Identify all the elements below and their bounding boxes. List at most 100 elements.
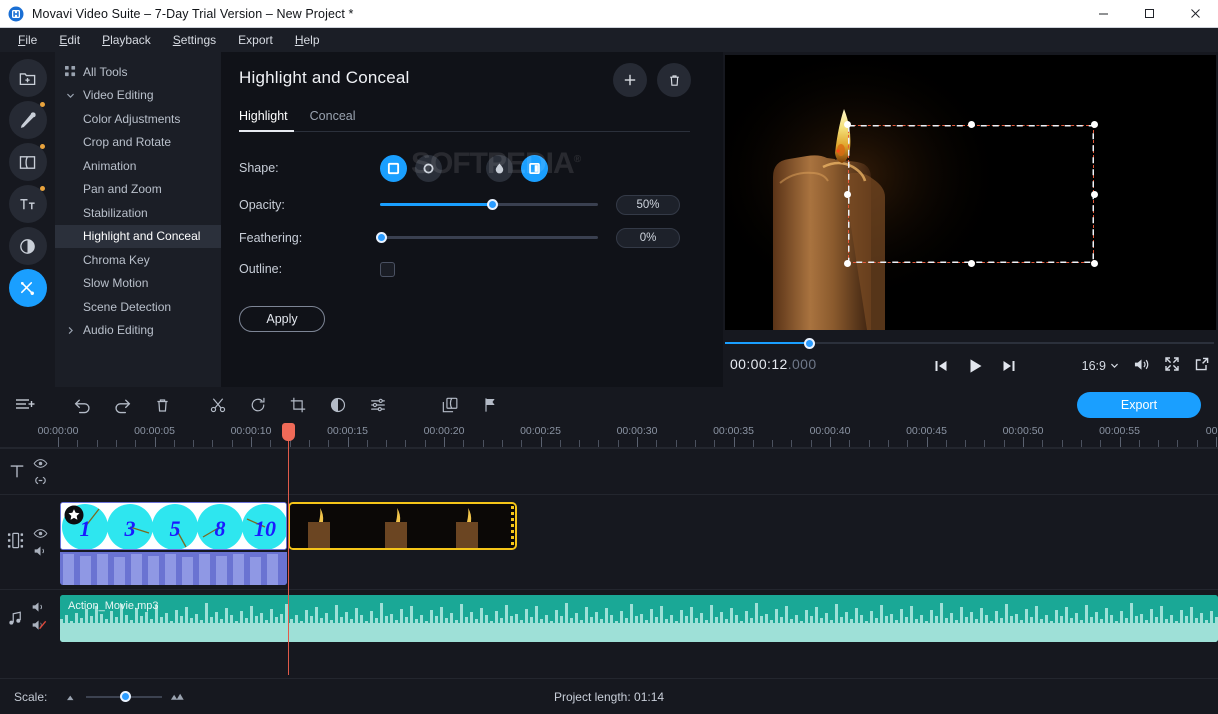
tool-item-slow-motion[interactable]: Slow Motion xyxy=(55,272,221,296)
list-item[interactable] xyxy=(288,502,517,550)
outline-checkbox[interactable] xyxy=(380,261,395,277)
tool-item-color-adjustments[interactable]: Color Adjustments xyxy=(55,107,221,131)
menu-file[interactable]: File xyxy=(8,30,47,50)
rotate-button[interactable] xyxy=(238,387,278,423)
playhead-line xyxy=(288,423,289,675)
movavi-logo-icon xyxy=(8,6,24,21)
menu-bar: File Edit Playback Settings Export Help xyxy=(0,28,1218,52)
opacity-slider[interactable] xyxy=(380,198,598,212)
tool-item-highlight-and-conceal[interactable]: Highlight and Conceal xyxy=(55,224,221,248)
opacity-value[interactable]: 50% xyxy=(616,194,680,215)
outline-label: Outline: xyxy=(239,262,283,276)
list-item[interactable] xyxy=(60,552,287,585)
tool-item-chroma-key[interactable]: Chroma Key xyxy=(55,248,221,272)
crop-button[interactable] xyxy=(278,387,318,423)
zoom-out-icon[interactable] xyxy=(65,690,78,704)
menu-help[interactable]: Help xyxy=(285,30,330,50)
tool-item-stabilization[interactable]: Stabilization xyxy=(55,201,221,225)
close-button[interactable] xyxy=(1172,0,1218,27)
ruler-tick xyxy=(212,440,214,447)
tab-conceal[interactable]: Conceal xyxy=(310,109,356,132)
minimize-button[interactable] xyxy=(1080,0,1126,27)
menu-export[interactable]: Export xyxy=(228,30,283,50)
delete-effect-button[interactable] xyxy=(657,63,691,97)
marker-flag-button[interactable] xyxy=(470,387,510,423)
tool-group-video-editing[interactable]: Video Editing xyxy=(55,84,221,108)
highlight-selection-box[interactable] xyxy=(844,121,1098,267)
rail-titles-button[interactable] xyxy=(8,185,47,223)
tool-item-label: Animation xyxy=(83,158,137,173)
audio-volume-toggle[interactable] xyxy=(31,600,46,617)
maximize-button[interactable] xyxy=(1126,0,1172,27)
timeline-ruler[interactable]: 00:00:00 00:00:05 00:00:10 00:00:15 00:00:20… xyxy=(0,423,1218,448)
rail-tools-button[interactable] xyxy=(8,269,47,307)
list-item[interactable]: 1 3 5 8 10 xyxy=(60,502,287,550)
export-button[interactable]: Export xyxy=(1077,392,1201,418)
add-effect-button[interactable] xyxy=(613,63,647,97)
previous-frame-button[interactable] xyxy=(933,358,949,377)
slider-knob[interactable] xyxy=(487,199,499,210)
apply-button[interactable]: Apply xyxy=(239,306,325,332)
ruler-tick xyxy=(115,440,117,447)
scale-slider[interactable] xyxy=(86,691,163,703)
shape-square-button[interactable] xyxy=(380,154,407,182)
tool-group-audio-editing[interactable]: Audio Editing xyxy=(55,319,221,343)
rail-transitions-button[interactable] xyxy=(8,143,47,181)
undo-button[interactable] xyxy=(62,387,102,423)
feathering-slider[interactable] xyxy=(376,231,598,245)
playhead-handle[interactable] xyxy=(282,423,295,441)
add-track-button[interactable] xyxy=(14,395,36,418)
menu-playback[interactable]: Playback xyxy=(92,30,161,50)
clip-trim-handle[interactable] xyxy=(511,506,514,546)
split-cut-button[interactable] xyxy=(198,387,238,423)
properties-button[interactable] xyxy=(358,387,398,423)
handle-top-center[interactable] xyxy=(968,121,975,128)
titles-link-toggle[interactable] xyxy=(33,474,48,490)
blur-droplet-button[interactable] xyxy=(486,154,513,182)
shape-circle-button[interactable] xyxy=(415,154,442,182)
tab-highlight[interactable]: Highlight xyxy=(239,109,288,132)
handle-middle-right[interactable] xyxy=(1091,191,1098,198)
delete-clip-button[interactable] xyxy=(142,387,182,423)
video-mute-toggle[interactable] xyxy=(33,544,48,561)
handle-bottom-center[interactable] xyxy=(968,260,975,267)
aspect-ratio-selector[interactable]: 16:9 xyxy=(1082,359,1119,373)
tool-item-pan-and-zoom[interactable]: Pan and Zoom xyxy=(55,178,221,202)
slider-knob[interactable] xyxy=(120,691,132,702)
transition-button[interactable] xyxy=(430,387,470,423)
rail-import-files-button[interactable] xyxy=(8,59,47,97)
handle-top-left[interactable] xyxy=(844,121,851,128)
titles-visibility-toggle[interactable] xyxy=(33,456,48,474)
preview-video-canvas[interactable] xyxy=(725,55,1216,330)
menu-settings[interactable]: Settings xyxy=(163,30,226,50)
split-shape-button[interactable] xyxy=(521,154,548,182)
play-button[interactable] xyxy=(965,356,985,379)
handle-middle-left[interactable] xyxy=(844,191,851,198)
tool-item-animation[interactable]: Animation xyxy=(55,154,221,178)
handle-top-right[interactable] xyxy=(1091,121,1098,128)
color-adjust-button[interactable] xyxy=(318,387,358,423)
feathering-value[interactable]: 0% xyxy=(616,227,680,248)
slider-knob[interactable] xyxy=(376,232,387,243)
next-frame-button[interactable] xyxy=(1001,358,1017,377)
zoom-in-icon[interactable] xyxy=(170,690,185,704)
list-item[interactable]: Action_Movie.mp3 xyxy=(60,595,1218,642)
tool-item-scene-detection[interactable]: Scene Detection xyxy=(55,295,221,319)
seek-knob[interactable] xyxy=(804,338,815,349)
ruler-tick xyxy=(1042,440,1044,447)
redo-button[interactable] xyxy=(102,387,142,423)
rail-magic-wand-button[interactable] xyxy=(8,101,47,139)
volume-button[interactable] xyxy=(1133,357,1150,375)
fullscreen-button[interactable] xyxy=(1164,356,1180,375)
handle-bottom-left[interactable] xyxy=(844,260,851,267)
rail-filters-button[interactable] xyxy=(8,227,47,265)
detach-window-button[interactable] xyxy=(1194,356,1210,375)
tool-item-all-tools[interactable]: All Tools xyxy=(55,60,221,84)
video-visibility-toggle[interactable] xyxy=(33,526,48,544)
tool-item-crop-and-rotate[interactable]: Crop and Rotate xyxy=(55,131,221,155)
menu-edit[interactable]: Edit xyxy=(49,30,90,50)
seek-bar[interactable] xyxy=(725,338,1214,349)
left-icon-rail xyxy=(0,52,55,387)
handle-bottom-right[interactable] xyxy=(1091,260,1098,267)
audio-mute-toggle[interactable] xyxy=(31,618,47,635)
